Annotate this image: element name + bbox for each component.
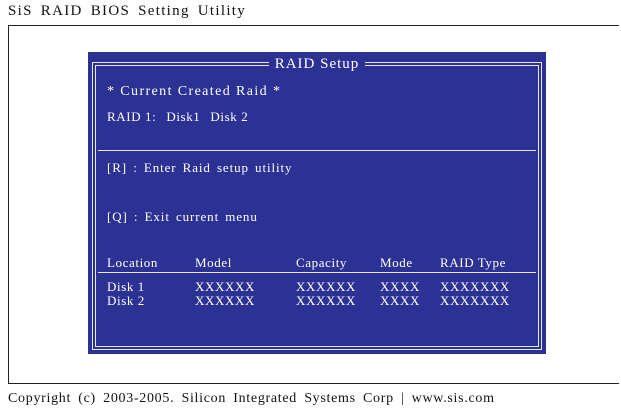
column-header-model: Model <box>195 255 232 270</box>
menu-key-r: [R] <box>107 160 128 175</box>
disk-row-2-raid-type: XXXXXXX <box>440 293 510 308</box>
panel-title: RAID Setup <box>88 56 546 73</box>
panel-divider <box>98 150 536 151</box>
raid-disk-a: Disk1 <box>166 109 201 124</box>
menu-label-raid-setup: : Enter Raid setup utility <box>133 160 293 175</box>
menu-label-exit: : Exit current menu <box>133 209 258 224</box>
current-raid-entry: RAID 1: Disk1 Disk 2 <box>107 109 248 125</box>
current-raid-heading: * Current Created Raid * <box>107 84 282 99</box>
column-header-raid-type: RAID Type <box>440 255 506 270</box>
raid-setup-panel: RAID Setup * Current Created Raid * RAID… <box>88 52 546 354</box>
menu-item-raid-setup[interactable]: [R] : Enter Raid setup utility <box>107 160 292 176</box>
disk-row-2-location: Disk 2 <box>107 293 145 308</box>
raid-level-label: RAID 1: <box>107 109 157 124</box>
raid-disk-b: Disk 2 <box>210 109 249 124</box>
disk-row-2-mode: XXXX <box>380 293 420 308</box>
column-header-mode: Mode <box>380 255 413 270</box>
table-header-divider <box>98 272 536 273</box>
column-header-capacity: Capacity <box>296 255 348 270</box>
disk-row-2-capacity: XXXXXX <box>296 293 356 308</box>
column-header-location: Location <box>107 255 159 270</box>
menu-key-q: [Q] <box>107 209 128 224</box>
app-title: SiS RAID BIOS Setting Utility <box>8 3 247 19</box>
disk-row-2-model: XXXXXX <box>195 293 255 308</box>
panel-title-text: RAID Setup <box>268 56 366 72</box>
menu-item-exit[interactable]: [Q] : Exit current menu <box>107 209 258 225</box>
copyright-footer: Copyright (c) 2003-2005. Silicon Integra… <box>8 391 495 406</box>
